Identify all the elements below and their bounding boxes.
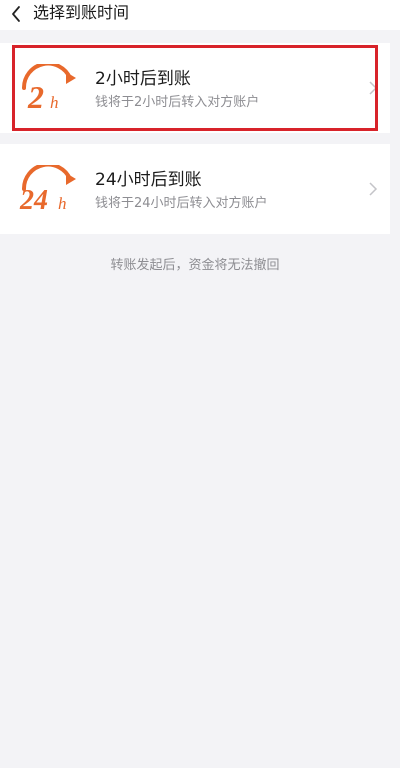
svg-text:24: 24 (19, 185, 48, 215)
option-title: 24小时后到账 (95, 170, 202, 190)
page-title: 选择到账时间 (33, 3, 130, 22)
twenty-four-hour-badge-icon: 24 h (19, 165, 76, 215)
svg-text:h: h (58, 194, 67, 213)
chevron-right-icon (369, 182, 378, 196)
chevron-left-icon (12, 6, 20, 22)
selection-highlight (12, 45, 378, 131)
app-header: 选择到账时间 (0, 0, 400, 30)
option-24h-card[interactable]: 24 h 24小时后到账 钱将于24小时后转入对方账户 (0, 144, 390, 234)
back-button[interactable] (4, 2, 28, 26)
option-description: 钱将于24小时后转入对方账户 (95, 196, 268, 211)
transfer-warning-note: 转账发起后，资金将无法撤回 (110, 258, 280, 273)
